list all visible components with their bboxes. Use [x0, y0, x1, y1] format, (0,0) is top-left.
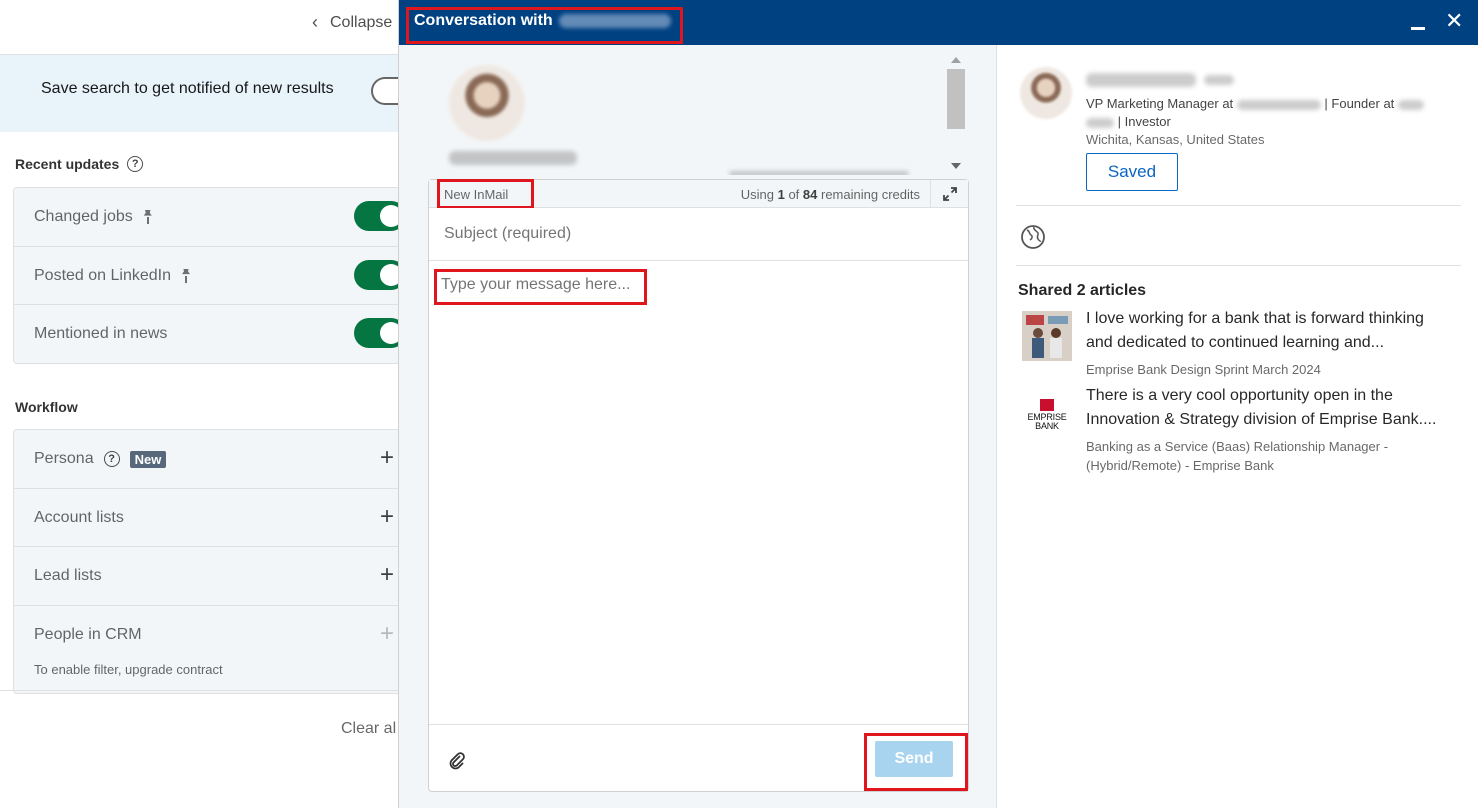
conversation-pane: New InMail Using 1 of 84 remaining credi…	[399, 45, 997, 808]
filter-row-lead-lists[interactable]: Lead lists +	[14, 547, 398, 606]
message-input[interactable]	[429, 262, 968, 724]
conversation-header: Conversation with ✕	[399, 0, 1478, 45]
add-icon: +	[380, 619, 395, 647]
filter-row-posted-on-linkedin: Posted on LinkedIn	[14, 247, 398, 305]
collapse-button[interactable]: ‹ Collapse	[312, 12, 392, 33]
mentioned-in-news-toggle[interactable]	[354, 318, 398, 348]
message-thread	[399, 45, 967, 175]
collapse-label: Collapse	[330, 13, 393, 31]
recent-updates-list: Changed jobs Posted on LinkedIn Mentione…	[13, 187, 398, 364]
filter-row-people-in-crm: People in CRM + To enable filter, upgrad…	[14, 606, 398, 694]
posted-on-linkedin-toggle[interactable]	[354, 259, 398, 290]
article-source: Emprise Bank Design Sprint March 2024	[1086, 362, 1321, 377]
filter-label: Lead lists	[34, 567, 102, 584]
scrollbar-thumb[interactable]	[947, 69, 965, 129]
filter-panel: ‹ Collapse Save search to get notified o…	[0, 0, 398, 808]
avatar	[1020, 67, 1072, 119]
scroll-down-icon[interactable]	[951, 163, 961, 169]
scrollbar[interactable]	[947, 53, 965, 179]
highlight-box	[434, 269, 647, 305]
changed-jobs-toggle[interactable]	[354, 201, 398, 231]
recent-updates-heading: Recent updates ?	[15, 156, 144, 172]
filter-row-persona[interactable]: Persona ? New +	[14, 430, 398, 489]
filter-label: People in CRM	[34, 625, 142, 643]
add-icon[interactable]: +	[380, 446, 394, 470]
inmail-composer: New InMail Using 1 of 84 remaining credi…	[428, 179, 969, 792]
minimize-icon[interactable]	[1409, 12, 1427, 32]
highlight-box	[864, 733, 968, 791]
save-search-banner: Save search to get notified of new resul…	[0, 55, 398, 132]
help-icon[interactable]: ?	[127, 156, 144, 172]
chevron-left-icon: ‹	[312, 12, 318, 32]
workflow-heading: Workflow	[15, 399, 78, 415]
attachment-icon[interactable]	[447, 751, 467, 776]
lead-headline: VP Marketing Manager at | Founder at	[1086, 96, 1424, 111]
logo-mark	[1040, 399, 1054, 411]
filter-label: Persona ? New	[34, 450, 167, 468]
add-icon[interactable]: +	[380, 504, 394, 529]
new-badge: New	[129, 450, 167, 468]
scroll-up-icon[interactable]	[951, 57, 961, 63]
divider	[1016, 265, 1461, 266]
close-icon[interactable]: ✕	[1445, 10, 1463, 32]
divider	[0, 690, 398, 691]
filter-row-changed-jobs: Changed jobs	[14, 188, 398, 247]
highlight-box	[437, 179, 534, 209]
avatar	[449, 65, 525, 141]
filter-label: Account lists	[34, 508, 124, 526]
lead-profile-panel: VP Marketing Manager at | Founder at | I…	[998, 45, 1478, 808]
pin-icon[interactable]	[143, 210, 153, 224]
divider	[1016, 205, 1461, 206]
article-thumbnail[interactable]	[1022, 311, 1072, 361]
filter-label: Posted on LinkedIn	[34, 267, 191, 285]
article-title[interactable]: I love working for a bank that is forwar…	[1086, 307, 1456, 355]
recent-updates-title: Recent updates	[15, 156, 120, 172]
subject-input[interactable]	[429, 208, 968, 261]
redacted-text	[729, 171, 909, 175]
redacted-name	[449, 151, 577, 165]
highlight-box	[406, 7, 683, 44]
lead-location: Wichita, Kansas, United States	[1086, 132, 1265, 147]
clear-all-button[interactable]: Clear al	[341, 720, 396, 738]
filter-label: Mentioned in news	[34, 325, 168, 342]
workflow-list: Persona ? New + Account lists + Lead lis…	[13, 429, 398, 694]
expand-icon	[943, 187, 957, 201]
help-icon[interactable]: ?	[103, 451, 120, 467]
redacted-name	[1086, 73, 1196, 87]
lead-headline-cont: | Investor	[1086, 114, 1171, 129]
redacted-degree	[1204, 75, 1234, 85]
save-search-toggle[interactable]	[371, 77, 398, 105]
emprise-bank-logo[interactable]: EMPRISE BANK	[1022, 390, 1072, 440]
conversation-overlay: Conversation with ✕ New InMail Using 1 o…	[398, 0, 1478, 808]
globe-icon[interactable]	[1020, 224, 1046, 255]
article-source: Banking as a Service (Baas) Relationship…	[1086, 439, 1389, 473]
upgrade-note: To enable filter, upgrade contract	[34, 661, 223, 677]
pin-icon[interactable]	[181, 269, 191, 283]
shared-articles-heading: Shared 2 articles	[1018, 282, 1147, 299]
filter-row-mentioned-in-news: Mentioned in news	[14, 305, 398, 364]
filter-row-account-lists[interactable]: Account lists +	[14, 489, 398, 547]
add-icon[interactable]: +	[380, 563, 394, 587]
article-title[interactable]: There is a very cool opportunity open in…	[1086, 384, 1456, 432]
filter-label: Changed jobs	[34, 208, 153, 226]
saved-button[interactable]: Saved	[1086, 153, 1178, 191]
expand-button[interactable]	[930, 180, 968, 208]
save-search-text: Save search to get notified of new resul…	[41, 80, 334, 97]
credits-text: Using 1 of 84 remaining credits	[740, 187, 920, 202]
